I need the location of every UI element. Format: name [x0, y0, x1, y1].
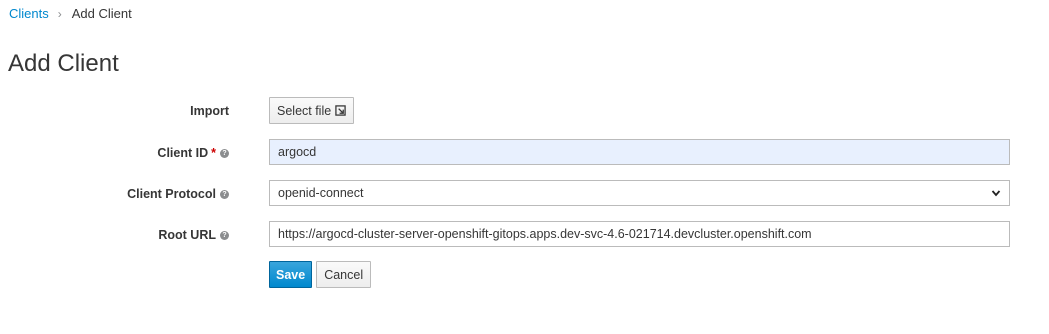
root-url-input[interactable] — [269, 221, 1010, 247]
import-label-text: Import — [190, 104, 229, 118]
select-file-label: Select file — [277, 103, 332, 118]
root-url-label-text: Root URL — [158, 228, 216, 242]
breadcrumb: Clients › Add Client — [9, 6, 132, 21]
cancel-button[interactable]: Cancel — [316, 261, 372, 288]
select-file-button[interactable]: Select file — [269, 97, 355, 124]
breadcrumb-link-clients[interactable]: Clients — [9, 6, 49, 21]
question-circle-icon[interactable]: ? — [220, 189, 229, 199]
form-actions: Save Cancel — [269, 261, 372, 288]
client-id-label-text: Client ID — [157, 146, 209, 160]
page-title: Add Client — [8, 50, 119, 77]
external-link-icon — [335, 105, 346, 116]
breadcrumb-separator: › — [57, 6, 62, 21]
question-circle-icon[interactable]: ? — [220, 230, 229, 240]
import-row: Import Select file — [0, 97, 1049, 125]
client-protocol-select[interactable]: openid-connect — [269, 180, 1010, 206]
client-protocol-label: Client Protocol ? — [127, 180, 229, 208]
chevron-down-icon — [991, 190, 1001, 197]
root-url-row: Root URL ? — [0, 221, 1049, 249]
save-button[interactable]: Save — [269, 261, 313, 288]
client-protocol-label-text: Client Protocol — [127, 187, 216, 201]
client-protocol-selected: openid-connect — [278, 186, 364, 200]
client-id-label: Client ID * ? — [157, 139, 229, 167]
import-label: Import — [190, 97, 229, 125]
required-marker: * — [211, 146, 216, 160]
client-id-row: Client ID * ? — [0, 139, 1049, 167]
question-circle-icon[interactable]: ? — [220, 148, 229, 158]
root-url-label: Root URL ? — [158, 221, 229, 249]
client-protocol-row: Client Protocol ? openid-connect — [0, 180, 1049, 208]
breadcrumb-current: Add Client — [71, 6, 132, 21]
client-id-input[interactable] — [269, 139, 1010, 165]
